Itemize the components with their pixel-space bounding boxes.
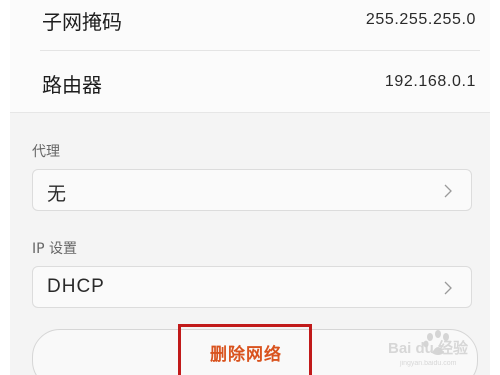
watermark-subtext: jingyan.baidu.com	[399, 360, 457, 367]
subnet-mask-label: 子网掩码	[42, 10, 122, 34]
proxy-label: 代理	[32, 144, 60, 160]
proxy-select[interactable]: 无	[32, 169, 472, 211]
subnet-mask-value: 255.255.255.0	[365, 11, 476, 28]
chevron-right-icon	[444, 281, 452, 295]
router-label: 路由器	[42, 73, 102, 97]
ip-settings-value: DHCP	[47, 276, 105, 297]
delete-network-label[interactable]: 删除网络	[210, 340, 282, 365]
ip-settings-select[interactable]: DHCP	[32, 266, 472, 308]
router-row: 路由器 192.168.0.1	[10, 51, 490, 112]
ip-settings-label: IP 设置	[32, 241, 78, 257]
proxy-value: 无	[47, 183, 67, 205]
chevron-right-icon	[444, 184, 452, 198]
network-info-card: 子网掩码 255.255.255.0 路由器 192.168.0.1	[10, 0, 490, 113]
router-value: 192.168.0.1	[384, 73, 476, 90]
baidu-jingyan-watermark: Bai du 经验 jingyan.baidu.com	[388, 330, 469, 367]
wifi-details-screen: 子网掩码 255.255.255.0 路由器 192.168.0.1 代理 无 …	[0, 0, 500, 375]
subnet-mask-row: 子网掩码 255.255.255.0	[10, 0, 490, 50]
watermark-text: Bai du 经验	[388, 339, 469, 357]
